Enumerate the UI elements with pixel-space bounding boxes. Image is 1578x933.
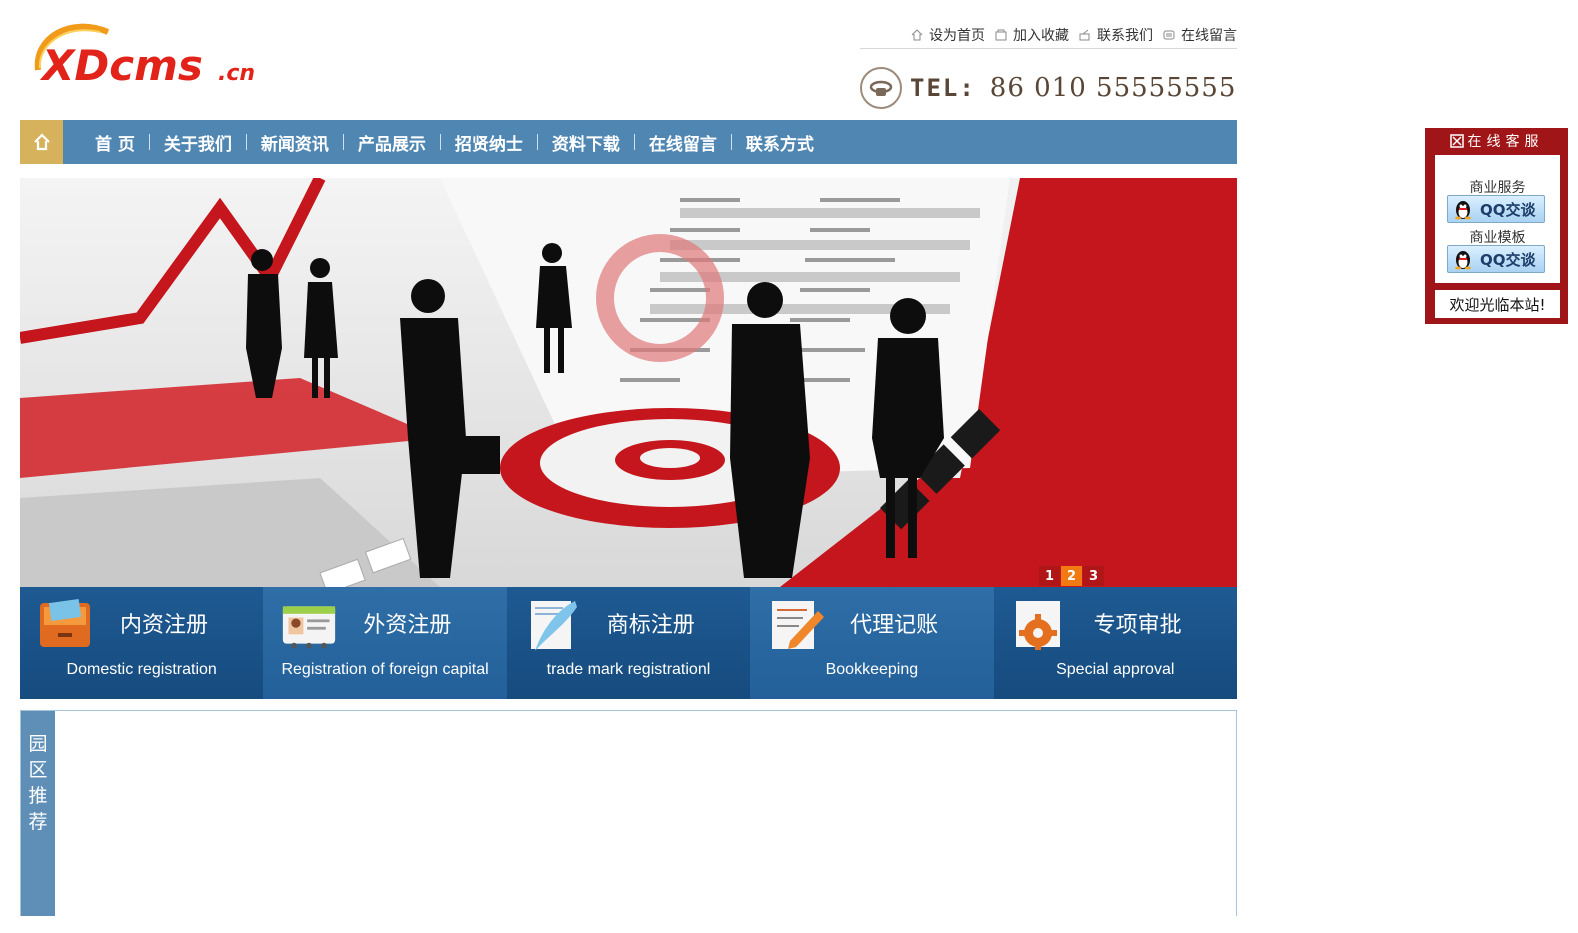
service-domestic-registration[interactable]: 内资注册 Domestic registration [20,587,264,699]
add-favorite-link[interactable]: 加入收藏 [995,22,1069,48]
cabinet-icon [40,598,90,647]
service-title: 外资注册 [363,613,452,638]
service-title: 商标注册 [606,613,695,638]
nav-item-downloads[interactable]: 资料下载 [538,130,634,155]
bookmark-icon [995,29,1007,41]
widget-welcome-text: 欢迎光临本站! [1435,290,1560,318]
service-foreign-registration[interactable]: 外资注册 Registration of foreign capital [263,587,507,699]
service-subtitle: Registration of foreign capital [281,661,489,678]
qq-chat-button-business[interactable]: QQ交谈 [1447,195,1545,223]
qq-chat-label: QQ交谈 [1480,200,1536,219]
close-icon[interactable] [1449,134,1464,148]
home-icon [33,133,50,151]
contact-icon [1079,29,1091,41]
leave-message-link[interactable]: 在线留言 [1163,22,1237,48]
service-title: 内资注册 [120,613,209,638]
service-tiles: 内资注册 Domestic registration 外资注册 Registra… [20,587,1237,699]
nav-home-button[interactable] [20,120,63,164]
widget-body: 商业服务 QQ交谈 商业模板 QQ交谈 [1435,155,1560,283]
nav-item-guestbook[interactable]: 在线留言 [635,130,731,155]
banner-illustration [20,178,1237,587]
qq-penguin-icon [1455,251,1471,270]
top-links: 设为首页 加入收藏 联系我们 在线留言 [860,22,1237,49]
qq-penguin-icon [1455,201,1471,220]
telephone-banner: TEL: 86 010 55555555 [860,66,1237,110]
section-content [55,711,1236,916]
logo-suffix: .cn [218,61,255,86]
banner-pager: 1 2 3 [1039,566,1104,586]
hero-banner[interactable] [20,178,1237,587]
service-subtitle: Domestic registration [66,661,217,678]
nav-item-jobs[interactable]: 招贤纳士 [441,130,537,155]
service-bookkeeping[interactable]: 代理记账 Bookkeeping [750,587,994,699]
service-group-label: 商业服务 [1469,180,1526,196]
quill-icon [530,601,577,651]
nav-item-products[interactable]: 产品展示 [344,130,440,155]
home-icon [911,29,923,41]
add-favorite-label: 加入收藏 [1013,28,1069,44]
service-group-label: 商业模板 [1469,230,1526,246]
banner-page-2[interactable]: 2 [1061,566,1082,586]
phone-icon [860,67,902,109]
widget-title: 在线客服 [1467,134,1544,150]
main-nav: 首 页 关于我们 新闻资讯 产品展示 招贤纳士 资料下载 在线留言 联系方式 [20,120,1237,164]
park-recommendation-section: 园区推荐 [20,710,1237,916]
gear-icon [1015,601,1060,650]
service-special-approval[interactable]: 专项审批 Special approval [993,587,1237,699]
contact-us-label: 联系我们 [1097,28,1153,44]
message-icon [1163,29,1175,41]
service-title: 代理记账 [850,613,939,638]
banner-page-3[interactable]: 3 [1083,566,1104,586]
banner-page-1[interactable]: 1 [1039,566,1060,586]
nav-item-home[interactable]: 首 页 [81,130,149,155]
set-homepage-link[interactable]: 设为首页 [911,22,985,48]
service-subtitle: Special approval [1056,661,1175,678]
service-title: 专项审批 [1093,613,1182,638]
online-service-widget: 在线客服 商业服务 QQ交谈 商业模板 QQ交谈 欢迎光临本站! [1425,128,1568,324]
nav-item-contact[interactable]: 联系方式 [732,130,828,155]
nav-item-news[interactable]: 新闻资讯 [247,130,343,155]
section-side-tab: 园区推荐 [21,711,55,916]
nav-item-about[interactable]: 关于我们 [150,130,246,155]
pencil-document-icon [772,601,825,649]
widget-header[interactable]: 在线客服 [1425,128,1568,154]
set-homepage-label: 设为首页 [929,28,985,44]
logo-graphic: XDcms .cn [34,23,255,90]
qq-chat-button-template[interactable]: QQ交谈 [1447,245,1545,273]
contact-us-link[interactable]: 联系我们 [1079,22,1153,48]
service-subtitle: Bookkeeping [825,661,919,678]
service-trademark-registration[interactable]: 商标注册 trade mark registrationl [506,587,751,699]
leave-message-label: 在线留言 [1181,28,1237,44]
id-card-icon [283,606,336,649]
tel-number: 86 010 55555555 [989,73,1237,103]
service-subtitle: trade mark registrationl [546,661,711,678]
logo-text: XDcms [39,41,203,90]
tel-label: TEL: [910,74,976,102]
section-title: 园区推荐 [28,733,48,833]
qq-chat-label: QQ交谈 [1480,250,1536,269]
nav-items: 首 页 关于我们 新闻资讯 产品展示 招贤纳士 资料下载 在线留言 联系方式 [81,130,828,155]
site-logo[interactable]: XDcms .cn [30,18,270,98]
